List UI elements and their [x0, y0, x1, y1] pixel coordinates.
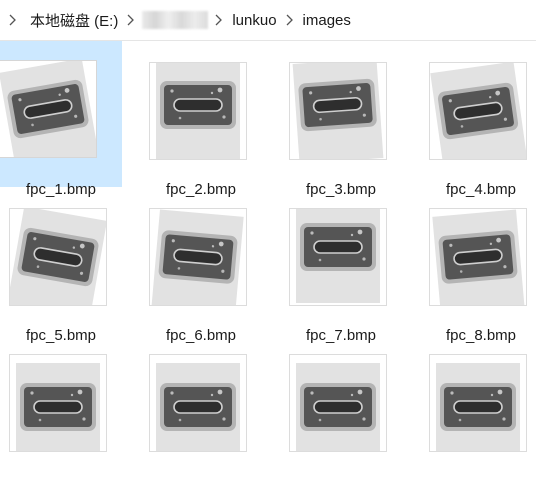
address-bar[interactable]: 本地磁盘 (E:) lunkuo images [0, 0, 536, 41]
file-item[interactable]: fpc_7.bmp [280, 187, 402, 344]
file-item[interactable] [0, 333, 122, 479]
breadcrumb-folder-redacted[interactable] [142, 11, 209, 29]
image-thumbnail [150, 355, 246, 451]
file-grid: fpc_1.bmp fpc_2.bmp fpc_3.bmp fpc_4.bmp fpc_… [0, 41, 536, 451]
image-thumbnail [290, 209, 386, 305]
file-item[interactable]: fpc_8.bmp [420, 187, 536, 344]
image-thumbnail [290, 355, 386, 451]
file-item[interactable]: fpc_5.bmp [0, 187, 122, 344]
image-thumbnail [290, 63, 386, 159]
image-thumbnail [430, 63, 526, 159]
image-thumbnail [150, 209, 246, 305]
breadcrumb-drive[interactable]: 本地磁盘 (E:) [26, 10, 122, 31]
file-item[interactable]: fpc_1.bmp [0, 41, 122, 198]
image-thumbnail [430, 355, 526, 451]
breadcrumb-folder-lunkuo[interactable]: lunkuo [228, 12, 280, 29]
image-thumbnail [430, 209, 526, 305]
chevron-right-icon[interactable] [210, 11, 228, 29]
image-thumbnail [0, 61, 96, 157]
file-item[interactable] [140, 333, 262, 479]
chevron-right-icon[interactable] [4, 11, 22, 29]
file-item[interactable] [280, 333, 402, 479]
image-thumbnail [10, 355, 106, 451]
chevron-right-icon[interactable] [281, 11, 299, 29]
image-thumbnail [10, 209, 106, 305]
file-item[interactable]: fpc_3.bmp [280, 41, 402, 198]
chevron-right-icon[interactable] [122, 11, 140, 29]
breadcrumb-folder-images[interactable]: images [299, 12, 355, 29]
file-item[interactable]: fpc_4.bmp [420, 41, 536, 198]
file-item[interactable]: fpc_6.bmp [140, 187, 262, 344]
file-item[interactable]: fpc_2.bmp [140, 41, 262, 198]
image-thumbnail [150, 63, 246, 159]
file-item[interactable] [420, 333, 536, 479]
